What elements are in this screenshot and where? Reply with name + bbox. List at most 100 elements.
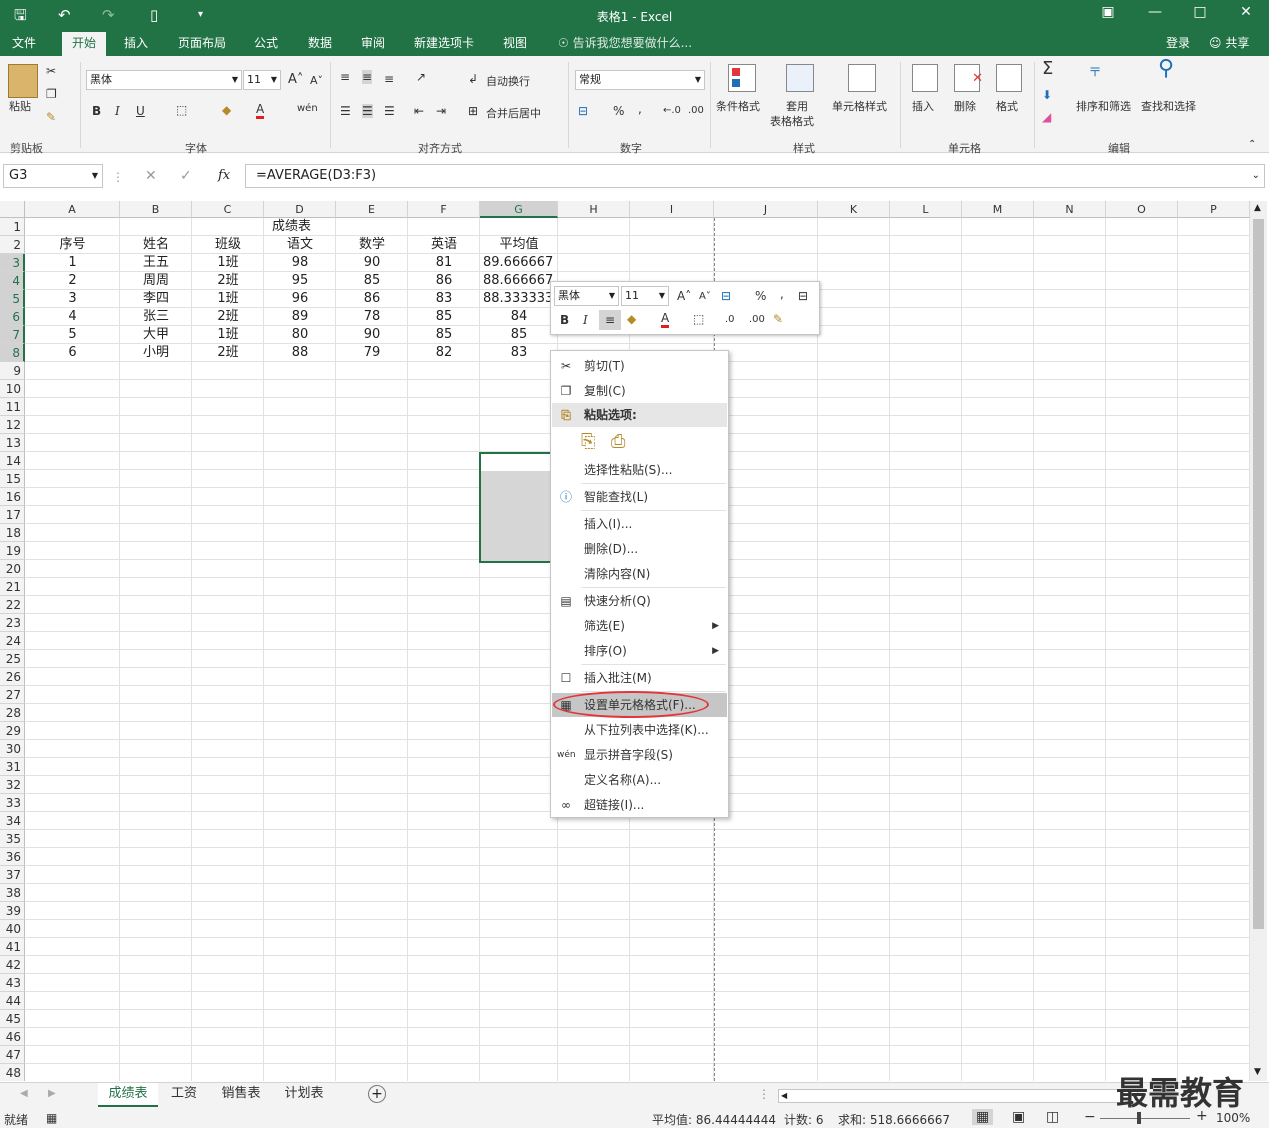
menu-filter[interactable]: 筛选(E) ▶: [552, 614, 727, 638]
horizontal-scrollbar[interactable]: ◀: [778, 1089, 1138, 1103]
row-header[interactable]: 2: [0, 236, 25, 254]
data-cell[interactable]: 周周: [120, 272, 192, 290]
zoom-slider[interactable]: [1100, 1118, 1190, 1119]
login-link[interactable]: 登录: [1160, 32, 1196, 56]
row-header[interactable]: 26: [0, 668, 25, 686]
data-cell[interactable]: 85: [336, 272, 408, 290]
data-cell[interactable]: 90: [336, 326, 408, 344]
expand-formula-icon[interactable]: ⌄: [1252, 165, 1260, 187]
merge-icon[interactable]: ⊞: [468, 104, 478, 118]
align-left-icon[interactable]: ☰: [340, 104, 351, 118]
menu-hyperlink[interactable]: ∞ 超链接(I)...: [552, 793, 727, 817]
column-header[interactable]: A: [25, 201, 120, 218]
align-bottom-icon[interactable]: ≡: [384, 72, 394, 86]
header-cell[interactable]: 班级: [192, 236, 264, 254]
font-name-select[interactable]: 黑体 ▼: [86, 70, 242, 90]
menu-insert-comment[interactable]: ☐ 插入批注(M): [552, 666, 727, 690]
tab-view[interactable]: 视图: [497, 32, 533, 56]
row-header[interactable]: 3: [0, 254, 25, 272]
paste-icon[interactable]: [8, 64, 38, 98]
confirm-entry-icon[interactable]: ✓: [180, 168, 192, 184]
tab-review[interactable]: 审阅: [355, 32, 391, 56]
row-header[interactable]: 38: [0, 884, 25, 902]
paste-button[interactable]: 粘贴: [9, 98, 31, 114]
data-cell[interactable]: 王五: [120, 254, 192, 272]
row-header[interactable]: 39: [0, 902, 25, 920]
data-cell[interactable]: 1: [25, 254, 120, 272]
data-cell[interactable]: 1班: [192, 326, 264, 344]
conditional-format-button[interactable]: 条件格式: [716, 98, 760, 114]
tab-formulas[interactable]: 公式: [248, 32, 284, 56]
zoom-level[interactable]: 100%: [1216, 1111, 1250, 1125]
row-header[interactable]: 17: [0, 506, 25, 524]
header-cell[interactable]: 英语: [408, 236, 480, 254]
column-header[interactable]: E: [336, 201, 408, 218]
row-header[interactable]: 31: [0, 758, 25, 776]
maximize-icon[interactable]: □: [1185, 4, 1215, 20]
macro-record-icon[interactable]: ▦: [46, 1111, 57, 1125]
data-cell[interactable]: 95: [264, 272, 336, 290]
mini-font-select[interactable]: 黑体 ▼: [554, 286, 619, 306]
row-header[interactable]: 43: [0, 974, 25, 992]
split-handle-icon[interactable]: ⋮: [758, 1087, 770, 1101]
decrease-decimal-icon[interactable]: .00: [749, 313, 765, 327]
data-cell[interactable]: 86: [336, 290, 408, 308]
data-cell[interactable]: 89: [264, 308, 336, 326]
cut-icon[interactable]: ✂: [46, 64, 56, 78]
align-right-icon[interactable]: ☰: [384, 104, 395, 118]
row-header[interactable]: 16: [0, 488, 25, 506]
data-cell[interactable]: 96: [264, 290, 336, 308]
add-sheet-icon[interactable]: +: [368, 1085, 386, 1103]
menu-cut[interactable]: ✂ 剪切(T): [552, 354, 727, 378]
comma-icon[interactable]: ,: [638, 102, 642, 116]
data-cell[interactable]: 2: [25, 272, 120, 290]
zoom-slider-thumb[interactable]: [1137, 1112, 1141, 1124]
data-cell[interactable]: 88: [264, 344, 336, 362]
tab-file[interactable]: 文件: [6, 32, 42, 56]
decrease-decimal-icon[interactable]: .00: [688, 104, 704, 118]
next-sheet-icon[interactable]: ▶: [48, 1088, 56, 1099]
header-cell[interactable]: 姓名: [120, 236, 192, 254]
column-header[interactable]: O: [1106, 201, 1178, 218]
data-cell[interactable]: 79: [336, 344, 408, 362]
column-header[interactable]: M: [962, 201, 1034, 218]
underline-icon[interactable]: U: [136, 104, 145, 118]
ribbon-display-icon[interactable]: ▣: [1093, 4, 1123, 20]
italic-icon[interactable]: I: [115, 104, 120, 118]
sheet-tab-sales[interactable]: 销售表: [212, 1083, 270, 1107]
delete-cells-button[interactable]: 删除: [954, 98, 976, 114]
row-header[interactable]: 7: [0, 326, 25, 344]
column-header[interactable]: F: [408, 201, 480, 218]
data-cell[interactable]: 80: [264, 326, 336, 344]
row-header[interactable]: 19: [0, 542, 25, 560]
tab-new[interactable]: 新建选项卡: [408, 32, 480, 56]
header-cell[interactable]: 数学: [336, 236, 408, 254]
tab-page-layout[interactable]: 页面布局: [172, 32, 232, 56]
vertical-scrollbar[interactable]: ▲ ▼: [1250, 201, 1267, 1081]
average-cell[interactable]: 89.666667: [480, 254, 558, 272]
percent-icon[interactable]: %: [613, 104, 624, 118]
row-header[interactable]: 25: [0, 650, 25, 668]
decrease-indent-icon[interactable]: ⇤: [414, 104, 424, 118]
scroll-left-icon[interactable]: ◀: [781, 1090, 787, 1102]
row-header[interactable]: 12: [0, 416, 25, 434]
menu-smart-lookup[interactable]: ⓘ 智能查找(L): [552, 485, 727, 509]
sort-filter-icon[interactable]: ⫧: [1090, 62, 1100, 80]
font-size-select[interactable]: 11 ▼: [243, 70, 281, 90]
row-header[interactable]: 24: [0, 632, 25, 650]
percent-icon[interactable]: %: [755, 289, 766, 303]
data-cell[interactable]: 85: [408, 308, 480, 326]
menu-show-phonetic[interactable]: wén 显示拼音字段(S): [552, 743, 727, 767]
average-cell[interactable]: 88.666667: [480, 272, 558, 290]
fill-icon[interactable]: ⬇: [1042, 88, 1052, 102]
row-header[interactable]: 20: [0, 560, 25, 578]
header-cell[interactable]: 语文: [264, 236, 336, 254]
increase-indent-icon[interactable]: ⇥: [436, 104, 446, 118]
paste-option-icon[interactable]: ⎘: [581, 431, 595, 452]
header-cell[interactable]: 平均值: [480, 236, 558, 254]
table-format-line1[interactable]: 套用: [786, 98, 808, 114]
insert-function-icon[interactable]: fx: [218, 168, 230, 183]
data-cell[interactable]: 5: [25, 326, 120, 344]
row-header[interactable]: 14: [0, 452, 25, 470]
cancel-entry-icon[interactable]: ✕: [145, 168, 157, 184]
